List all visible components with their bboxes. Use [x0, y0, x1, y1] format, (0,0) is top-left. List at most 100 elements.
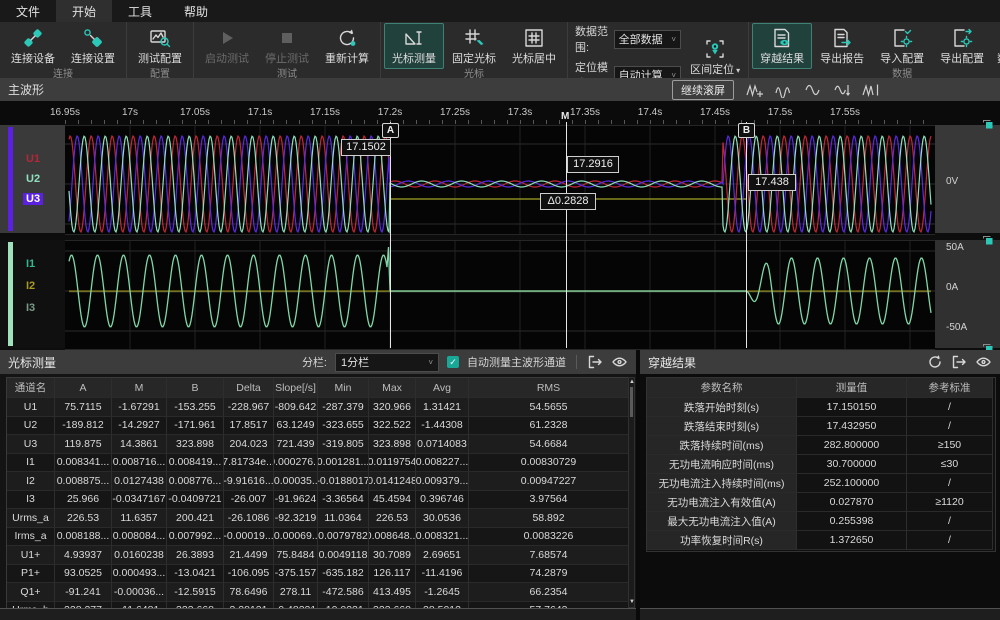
table-row[interactable]: U1+4.939370.016023826.389321.449975.8484…: [7, 546, 629, 565]
range-locate-button[interactable]: 区间定位▾: [685, 34, 745, 80]
column-header[interactable]: Slope[/s]: [274, 378, 318, 398]
table-cell: -809.642: [274, 398, 318, 417]
start-test-button[interactable]: 启动测试: [197, 23, 257, 69]
channel-label-u3[interactable]: U3: [23, 193, 43, 205]
plot-restore-icon[interactable]: [982, 235, 994, 246]
import-config-button[interactable]: 导入配置: [872, 23, 932, 69]
export-config-icon: [951, 27, 973, 49]
table-row[interactable]: I10.008341...0.008716...0.008419...7.817…: [7, 454, 629, 473]
split-select[interactable]: 1分栏 ˅: [335, 353, 439, 372]
export-icon[interactable]: [951, 354, 967, 370]
table-row[interactable]: Irms_a0.008188...0.008084...0.007992...-…: [7, 528, 629, 547]
channel-label-u2[interactable]: U2: [26, 173, 40, 185]
table-row[interactable]: Q1+-91.241-0.00036...-12.591578.6496278.…: [7, 583, 629, 602]
table-cell: 0.0079782: [318, 528, 369, 547]
table-cell: U1+: [7, 546, 55, 565]
cursor-b-badge[interactable]: B: [738, 123, 755, 138]
export-icon[interactable]: [587, 354, 603, 370]
table-cell: I3: [7, 491, 55, 510]
column-header[interactable]: 通道名: [7, 378, 55, 398]
current-plot[interactable]: [65, 240, 935, 350]
channel-label-i3[interactable]: I3: [26, 302, 35, 314]
recalculate-button[interactable]: 重新计算: [317, 23, 377, 69]
column-header[interactable]: Min: [318, 378, 369, 398]
table-row[interactable]: U175.7115-1.67291-153.255-228.967-809.64…: [7, 398, 629, 417]
refresh-icon[interactable]: [927, 354, 943, 370]
cursor-measure-button[interactable]: 光标测量: [384, 23, 444, 69]
cursor-measure-label: 光标测量: [392, 50, 436, 66]
table-row[interactable]: Urms_a226.5311.6357200.421-26.1086-92.32…: [7, 509, 629, 528]
table-cell: 413.495: [369, 583, 416, 602]
scroll-up-icon[interactable]: ▲: [629, 379, 634, 386]
menu-tab-tools[interactable]: 工具: [112, 0, 168, 22]
crossing-result-button[interactable]: 穿越结果: [752, 23, 812, 69]
column-header[interactable]: Max: [369, 378, 416, 398]
column-header[interactable]: RMS: [469, 378, 629, 398]
table-row[interactable]: I325.966-0.0347167-0.0409721-26.007-91.9…: [7, 491, 629, 510]
continue-scroll-button[interactable]: 继续滚屏: [672, 80, 734, 100]
connect-device-button[interactable]: 连接设备: [3, 23, 63, 69]
cursor-b-line[interactable]: [746, 122, 747, 348]
auto-measure-label: 自动测量主波形通道: [467, 354, 566, 370]
table-cell: 无功电流注入持续时间(ms): [647, 474, 797, 493]
table-row[interactable]: I20.008875...0.01274380.008776...-9.9161…: [7, 472, 629, 491]
plot-restore-icon[interactable]: [982, 119, 994, 130]
cursor-measure-table: 通道名AMBDeltaSlope[/s]MinMaxAvgRMS U175.71…: [6, 377, 630, 610]
vertical-scrollbar[interactable]: ▲ ▼: [628, 377, 635, 608]
cursor-center-button[interactable]: 光标居中: [504, 23, 564, 69]
column-header[interactable]: Avg: [416, 378, 469, 398]
cursor-m-mark[interactable]: M: [561, 111, 569, 122]
voltage-plot[interactable]: [65, 125, 935, 235]
export-report-button[interactable]: 导出报告: [812, 23, 872, 69]
table-row[interactable]: U2-189.812-14.2927-171.96117.851763.1249…: [7, 417, 629, 436]
table-cell: -0.0188017: [318, 472, 369, 491]
cursor-a-badge[interactable]: A: [382, 123, 399, 138]
table-cell: 322.522: [369, 417, 416, 436]
scrollbar-thumb[interactable]: [630, 387, 633, 417]
test-config-button[interactable]: 测试配置: [130, 23, 190, 69]
export-config-button[interactable]: 导出配置: [932, 23, 992, 69]
current-channel-list: I1 I2 I3: [0, 240, 65, 348]
wave-fit-icon[interactable]: [833, 82, 851, 98]
fixed-cursor-button[interactable]: 固定光标: [444, 23, 504, 69]
table-cell: 0.396746: [416, 491, 469, 510]
menu-tab-home[interactable]: 开始: [56, 0, 112, 22]
wave-smooth-icon[interactable]: [804, 82, 822, 98]
auto-measure-checkbox[interactable]: ✓: [447, 356, 459, 368]
wave-compress-icon[interactable]: [775, 82, 793, 98]
table-cell: 78.6496: [224, 583, 274, 602]
data-export-button[interactable]: 数据导出▾: [992, 23, 1000, 69]
scroll-down-icon[interactable]: ▼: [629, 599, 634, 606]
eye-icon[interactable]: [975, 354, 992, 370]
channel-label-i2[interactable]: I2: [26, 280, 35, 292]
table-cell: /: [907, 531, 993, 550]
table-cell: 54.6684: [469, 435, 629, 454]
stop-test-label: 停止测试: [265, 50, 309, 66]
column-header[interactable]: Delta: [224, 378, 274, 398]
table-row[interactable]: P1+93.05250.000493...-13.0421-106.095-37…: [7, 565, 629, 584]
table-cell: 0.000493...: [112, 565, 167, 584]
range-locate-label: 区间定位▾: [690, 61, 740, 77]
table-cell: 11.0364: [318, 509, 369, 528]
ribbon-group-connect: 连接设备 连接设置 连接: [0, 22, 127, 78]
data-range-select[interactable]: 全部数据 ˅: [614, 30, 681, 49]
table-cell: U2: [7, 417, 55, 436]
table-row[interactable]: U3119.87514.3861323.898204.023721.439-31…: [7, 435, 629, 454]
table-cell: Urms_a: [7, 509, 55, 528]
menu-tab-file[interactable]: 文件: [0, 0, 56, 22]
channel-label-i1[interactable]: I1: [26, 258, 35, 270]
panel-bottom-edge: [0, 608, 636, 620]
table-cell: 226.53: [369, 509, 416, 528]
table-cell: -0.00069...: [274, 528, 318, 547]
wave-end-icon[interactable]: [862, 82, 880, 98]
waveform-area[interactable]: 16.95s17s17.05s17.1s17.15s17.2s17.25s17.…: [0, 101, 1000, 350]
column-header[interactable]: A: [55, 378, 112, 398]
column-header[interactable]: B: [167, 378, 224, 398]
menu-tab-help[interactable]: 帮助: [168, 0, 224, 22]
connect-settings-button[interactable]: 连接设置: [63, 23, 123, 69]
column-header[interactable]: M: [112, 378, 167, 398]
wave-add-icon[interactable]: [746, 82, 764, 98]
channel-label-u1[interactable]: U1: [26, 153, 40, 165]
eye-icon[interactable]: [611, 354, 628, 370]
stop-test-button[interactable]: 停止测试: [257, 23, 317, 69]
